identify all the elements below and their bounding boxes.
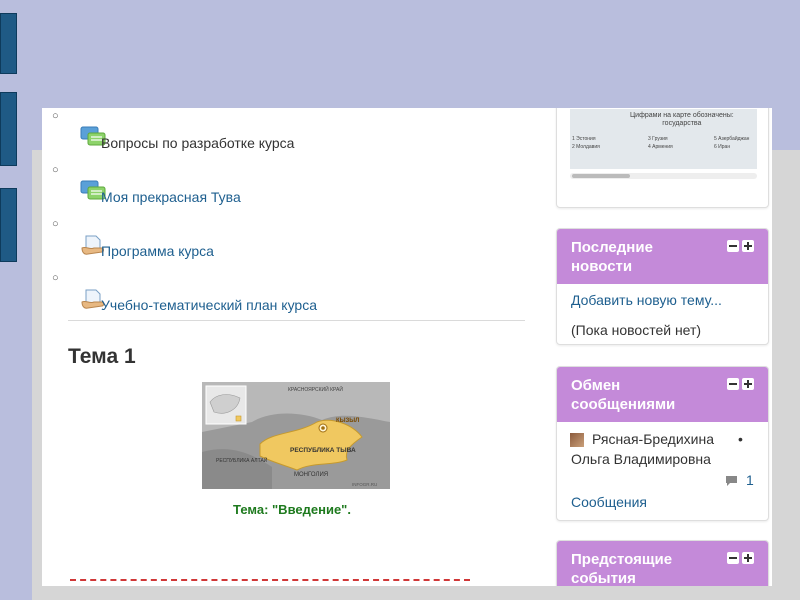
minimap-title-line: Цифрами на карте обозначены: [630, 112, 734, 119]
minimap-cell: 4 Армения [648, 144, 673, 150]
slide-tab-3 [0, 188, 17, 262]
events-block: Предстоящие события [556, 540, 769, 586]
bullet: ○ [52, 218, 59, 230]
map-label-krasnoyarsk: КРАСНОЯРСКИЙ КРАЙ [288, 385, 343, 393]
sidebar: Цифрами на карте обозначены: государства… [554, 108, 769, 586]
slide-tab-1 [0, 13, 17, 74]
avatar[interactable] [570, 433, 584, 447]
expand-icon[interactable] [742, 552, 754, 564]
collapse-icon[interactable] [727, 240, 739, 252]
map-label-mongolia: МОНГОЛИЯ [294, 472, 328, 478]
resource-item[interactable]: ○ Программа курса [52, 218, 532, 259]
message-count[interactable]: 1 [746, 472, 754, 488]
add-topic-link[interactable]: Добавить новую тему... [571, 292, 722, 308]
comment-icon [726, 476, 737, 486]
minimap-cell: 6 Иран [714, 144, 731, 150]
tuva-map-image[interactable]: КРАСНОЯРСКИЙ КРАЙ КЫЗЫЛ РЕСПУБЛИКА ТЫВА … [202, 382, 390, 489]
topic-caption: Тема: "Введение". [233, 502, 351, 517]
minimap-title-line: государства [662, 120, 702, 127]
no-news-text: (Пока новостей нет) [571, 322, 702, 338]
resource-label[interactable]: Учебно-тематический план курса [101, 297, 317, 313]
map-label-altai: РЕСПУБЛИКА АЛТАЙ [216, 456, 268, 464]
resource-item[interactable]: ○ Учебно-тематический план курса [52, 272, 532, 313]
contact-name-line1[interactable]: Рясная-Бредихина [592, 431, 714, 447]
block-controls [727, 378, 754, 390]
bullet: ○ [52, 110, 59, 122]
messages-block: Обмен сообщениями Рясная-Бредихина • Оль… [556, 366, 769, 521]
block-controls [727, 240, 754, 252]
events-block-header: Предстоящие события [557, 541, 768, 586]
map-block: Цифрами на карте обозначены: государства… [556, 108, 769, 208]
section-divider [68, 320, 525, 321]
bullet: ○ [52, 272, 59, 284]
collapse-icon[interactable] [727, 378, 739, 390]
resource-label[interactable]: Программа курса [101, 243, 214, 259]
minimap-cell: 3 Грузия [648, 136, 668, 142]
news-block-title: Последние новости [571, 239, 653, 275]
horizontal-scrollbar[interactable] [570, 173, 757, 179]
expand-icon[interactable] [742, 378, 754, 390]
resource-item[interactable]: ○ Моя прекрасная Тува [52, 164, 532, 205]
course-page-screenshot: ○ Вопросы по разработке курса ○ Моя прек… [42, 108, 772, 586]
slide-tab-2 [0, 92, 17, 166]
news-block: Последние новости Добавить новую тему...… [556, 228, 769, 345]
minimap-title: Цифрами на карте обозначены: государства [630, 112, 734, 128]
minimap-cell: 1 Эстония [572, 136, 596, 142]
events-block-title: Предстоящие события [571, 551, 673, 586]
block-controls [727, 552, 754, 564]
map-credit: INFOGR.RU [352, 482, 377, 487]
minimap-image: Цифрами на карте обозначены: государства… [570, 109, 757, 169]
expand-icon[interactable] [742, 240, 754, 252]
resource-item[interactable]: ○ Вопросы по разработке курса [52, 110, 532, 151]
collapse-icon[interactable] [727, 552, 739, 564]
map-label-kyzyl: КЫЗЫЛ [336, 418, 359, 424]
resource-label[interactable]: Моя прекрасная Тува [101, 189, 241, 205]
bullet: ○ [52, 164, 59, 176]
contact-name-line2[interactable]: Ольга Владимировна [571, 451, 711, 467]
cut-off-red-text [70, 579, 470, 583]
messages-link[interactable]: Сообщения [571, 494, 647, 510]
minimap-cell: 2 Молдавия [572, 144, 600, 150]
messages-block-header: Обмен сообщениями [557, 367, 768, 422]
status-dot: • [738, 431, 743, 447]
minimap-cell: 5 Азербайджан [714, 136, 750, 142]
topic-title: Тема 1 [68, 345, 136, 368]
map-label-tuva: РЕСПУБЛИКА ТЫВА [290, 447, 356, 454]
course-content: ○ Вопросы по разработке курса ○ Моя прек… [42, 108, 542, 586]
resource-label[interactable]: Вопросы по разработке курса [101, 135, 294, 151]
messages-block-title: Обмен сообщениями [571, 377, 676, 413]
news-block-header: Последние новости [557, 229, 768, 284]
